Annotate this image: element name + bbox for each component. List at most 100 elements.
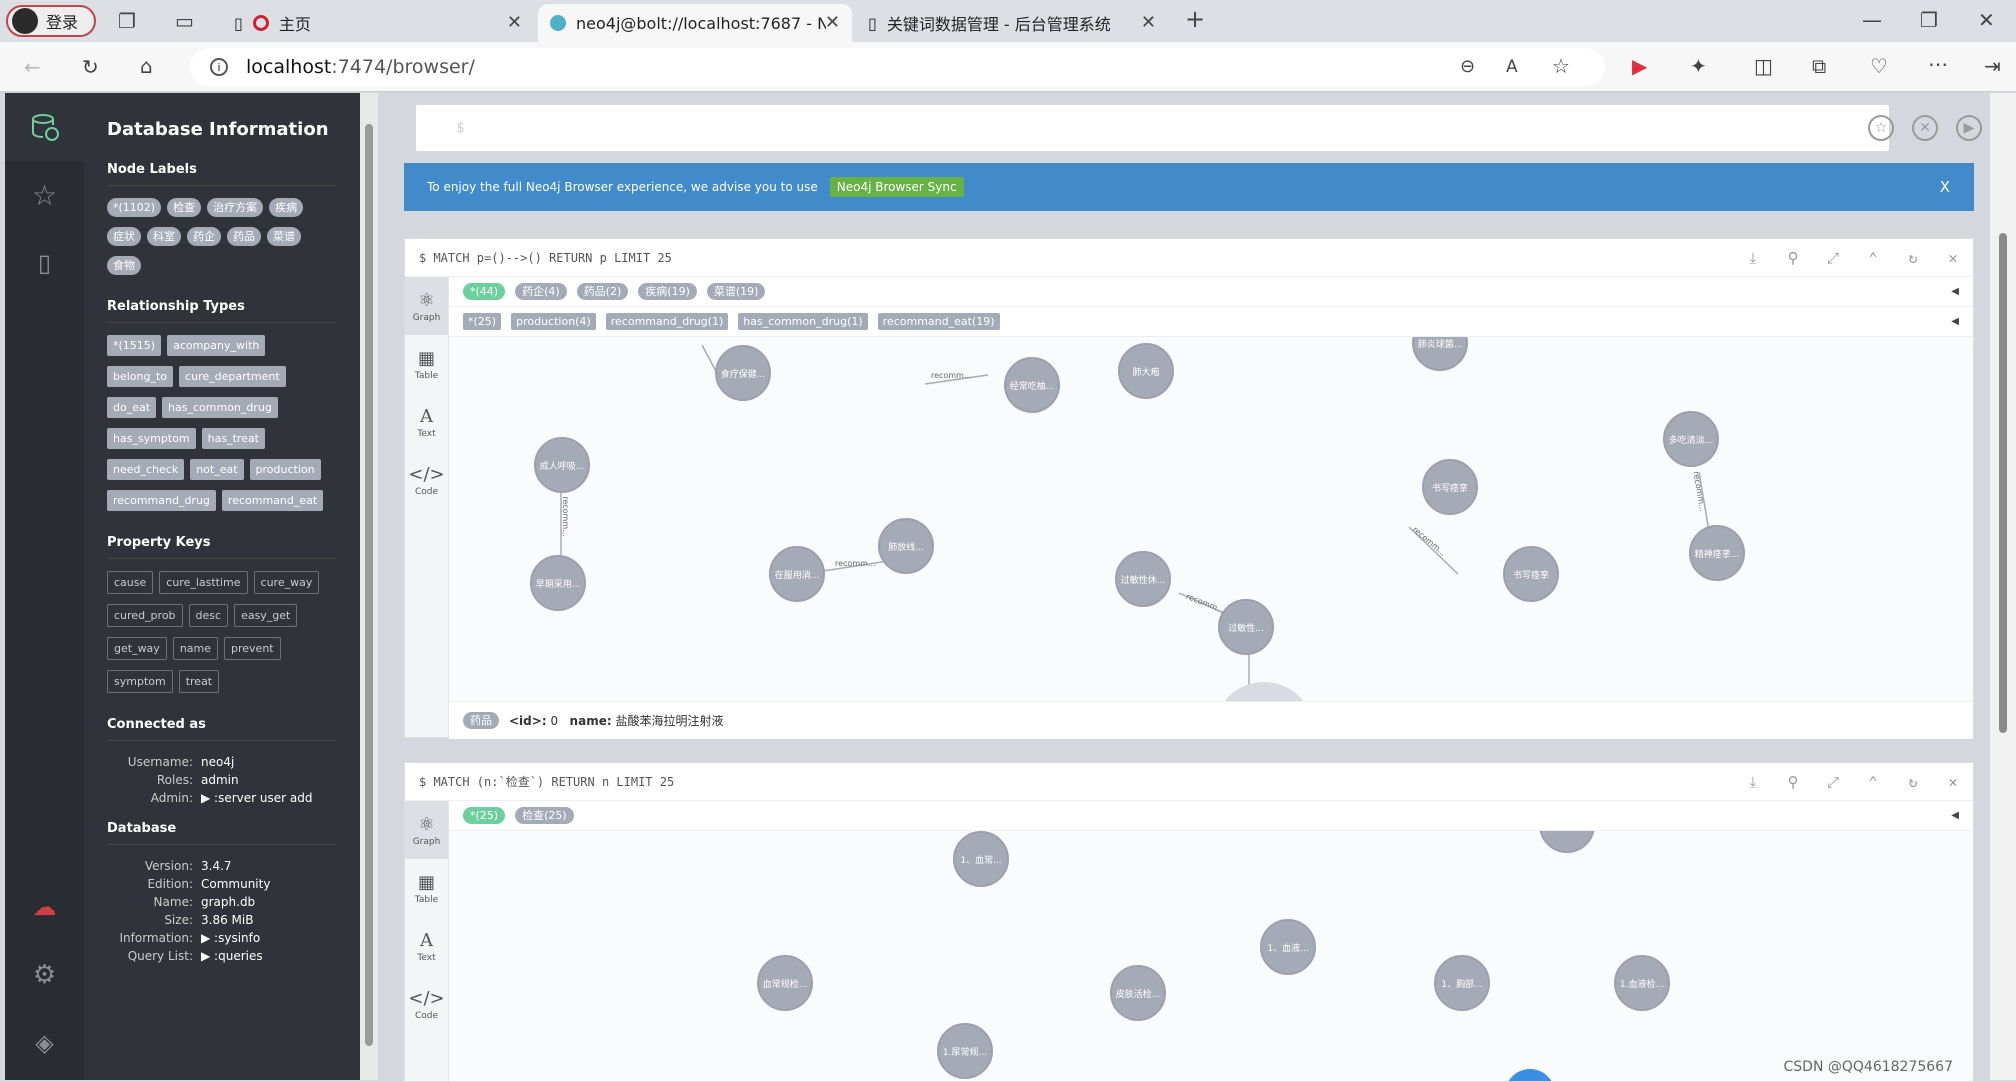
new-tab-icon[interactable]: +	[1185, 7, 1205, 31]
extensions-icon[interactable]: ✦	[1690, 56, 1707, 76]
node-label-chip[interactable]: 疾病	[269, 198, 304, 217]
floating-action-button[interactable]	[1505, 1069, 1555, 1081]
database-icon[interactable]	[5, 93, 84, 161]
rel-type-chip[interactable]: belong_to	[107, 366, 174, 387]
pin-icon[interactable]: ⚲	[1773, 763, 1813, 801]
legend-label[interactable]: 菜谱(19)	[706, 283, 766, 300]
more-icon[interactable]: ⋯	[1928, 54, 1948, 74]
code-view-button[interactable]: </> Code	[405, 975, 448, 1033]
close-icon[interactable]: ✕	[1141, 12, 1156, 33]
tab-neo4j[interactable]: neo4j@bolt://localhost:7687 - Ne ✕	[538, 4, 852, 42]
close-icon[interactable]: ✕	[507, 12, 522, 33]
rel-type-chip[interactable]: has_common_drug	[162, 397, 278, 418]
property-key-chip[interactable]: desc	[188, 604, 229, 627]
graph-canvas[interactable]: 1、血常... 1、血液... 血常规检... 皮肤活检... 1、胸部... …	[449, 831, 1973, 1081]
graph-node[interactable]	[1539, 831, 1595, 853]
property-key-chip[interactable]: easy_get	[234, 604, 298, 627]
graph-node[interactable]: 皮肤活检...	[1110, 965, 1166, 1021]
minimize-icon[interactable]: —	[1862, 10, 1882, 30]
expand-icon[interactable]: ⤢	[1813, 763, 1853, 801]
health-icon[interactable]: ♡	[1870, 56, 1888, 76]
graph-node[interactable]: 1、胸部...	[1434, 955, 1490, 1011]
pin-icon[interactable]: ⚲	[1773, 239, 1813, 277]
graph-node[interactable]: 肺放线...	[878, 518, 934, 574]
split-screen-icon[interactable]: ◫	[1754, 56, 1773, 76]
cypher-editor[interactable]: $	[416, 105, 1889, 151]
graph-node[interactable]: 1.血液检...	[1614, 955, 1670, 1011]
refresh-icon[interactable]: ↻	[82, 57, 99, 77]
graph-node[interactable]: 1、血液...	[1260, 919, 1316, 975]
legend-label-all[interactable]: *(25)	[463, 807, 506, 824]
close-icon[interactable]: ✕	[1933, 239, 1973, 277]
property-key-chip[interactable]: cured_prob	[107, 604, 183, 627]
expand-icon[interactable]: ⤢	[1813, 239, 1853, 277]
inspector-label[interactable]: 药品	[463, 712, 499, 729]
profile-button[interactable]: 登录	[6, 5, 96, 37]
rel-type-chip[interactable]: do_eat	[107, 397, 157, 418]
collapse-icon[interactable]: ⌃	[1853, 763, 1893, 801]
graph-node[interactable]: 过敏性休...	[1115, 551, 1171, 607]
legend-rel[interactable]: recommand_eat(19)	[877, 313, 1000, 330]
graph-node[interactable]: 书写痉挛	[1422, 459, 1478, 515]
rel-type-chip[interactable]: need_check	[107, 459, 185, 480]
node-label-chip[interactable]: 菜谱	[267, 227, 301, 246]
property-key-chip[interactable]: treat	[178, 670, 220, 693]
rel-type-chip[interactable]: recommand_drug	[107, 490, 216, 511]
sidebar-toggle-icon[interactable]: ⇥	[1984, 56, 2001, 76]
collapse-icon[interactable]: ⌃	[1853, 239, 1893, 277]
video-extension-icon[interactable]: ▶	[1632, 56, 1647, 76]
graph-node[interactable]: 1、血常...	[953, 831, 1009, 887]
graph-node[interactable]: 血常规检...	[757, 955, 813, 1011]
text-view-button[interactable]: A Text	[405, 393, 448, 451]
graph-node[interactable]: 早期采用...	[530, 555, 586, 611]
restore-icon[interactable]: ❐	[1920, 10, 1938, 30]
rerun-icon[interactable]: ↻	[1893, 239, 1933, 277]
text-view-button[interactable]: A Text	[405, 917, 448, 975]
frame-query[interactable]: $ MATCH p=()-->() RETURN p LIMIT 25	[419, 251, 672, 265]
graph-node[interactable]: 食疗保健...	[715, 345, 771, 401]
graph-view-button[interactable]: ⚛ Graph	[405, 801, 448, 859]
property-key-chip[interactable]: name	[172, 637, 219, 660]
property-key-chip[interactable]: symptom	[107, 670, 173, 693]
frame-query[interactable]: $ MATCH (n:`检查`) RETURN n LIMIT 25	[419, 773, 674, 790]
graph-view-button[interactable]: ⚛ Graph	[405, 277, 448, 335]
table-view-button[interactable]: ▦ Table	[405, 335, 448, 393]
zoom-out-icon[interactable]: ⊖	[1460, 57, 1475, 77]
read-aloud-icon[interactable]: A	[1506, 57, 1518, 77]
cloud-sync-icon[interactable]: ☁	[5, 873, 84, 941]
legend-label[interactable]: 药品(2)	[576, 283, 629, 300]
graph-node[interactable]: 过敏性...	[1218, 599, 1274, 655]
about-icon[interactable]: ◈	[5, 1009, 84, 1077]
banner-close-button[interactable]: X	[1940, 178, 1950, 196]
legend-rel[interactable]: production(4)	[511, 313, 596, 330]
graph-node[interactable]: 成人呼吸...	[534, 437, 590, 493]
rerun-icon[interactable]: ↻	[1893, 763, 1933, 801]
page-scrollbar[interactable]	[1990, 93, 2016, 1080]
node-label-chip[interactable]: 症状	[107, 227, 141, 246]
node-label-chip[interactable]: 药企	[187, 227, 221, 246]
queries-link[interactable]: ▶ :queries	[201, 947, 263, 965]
rel-type-chip[interactable]: recommand_eat	[221, 490, 324, 511]
legend-rel[interactable]: has_common_drug(1)	[738, 313, 868, 330]
graph-node[interactable]: 在服用消...	[769, 546, 825, 602]
graph-canvas[interactable]: 食疗保健... 经常吃柚... 肺大疱 肺炎球菌... 多吃清淡... 成人呼吸…	[449, 337, 1973, 701]
run-query-icon[interactable]: ▶	[1956, 115, 1982, 141]
documents-book-icon[interactable]: ▯	[5, 229, 84, 297]
rel-type-chip[interactable]: has_treat	[201, 428, 265, 449]
legend-collapse-icon[interactable]: ◀	[1951, 286, 1959, 297]
property-key-chip[interactable]: cure_way	[253, 571, 320, 594]
close-window-icon[interactable]: ✕	[1978, 10, 1995, 30]
info-icon[interactable]: i	[210, 58, 228, 76]
download-icon[interactable]: ⤓	[1733, 763, 1773, 801]
graph-node[interactable]: 1.尿常规...	[937, 1023, 993, 1079]
rel-type-chip[interactable]: *(1515)	[107, 335, 162, 356]
browser-sync-button[interactable]: Neo4j Browser Sync	[829, 177, 964, 197]
rel-type-chip[interactable]: not_eat	[190, 459, 244, 480]
property-key-chip[interactable]: prevent	[224, 637, 281, 660]
tab-home[interactable]: ▯ 主页 ✕	[222, 4, 534, 42]
favorites-star-icon[interactable]: ☆	[5, 161, 84, 229]
legend-label[interactable]: 检查(25)	[515, 807, 574, 824]
graph-node[interactable]: 书写痉挛	[1503, 546, 1559, 602]
sysinfo-link[interactable]: ▶ :sysinfo	[201, 929, 260, 947]
property-key-chip[interactable]: get_way	[107, 637, 167, 660]
